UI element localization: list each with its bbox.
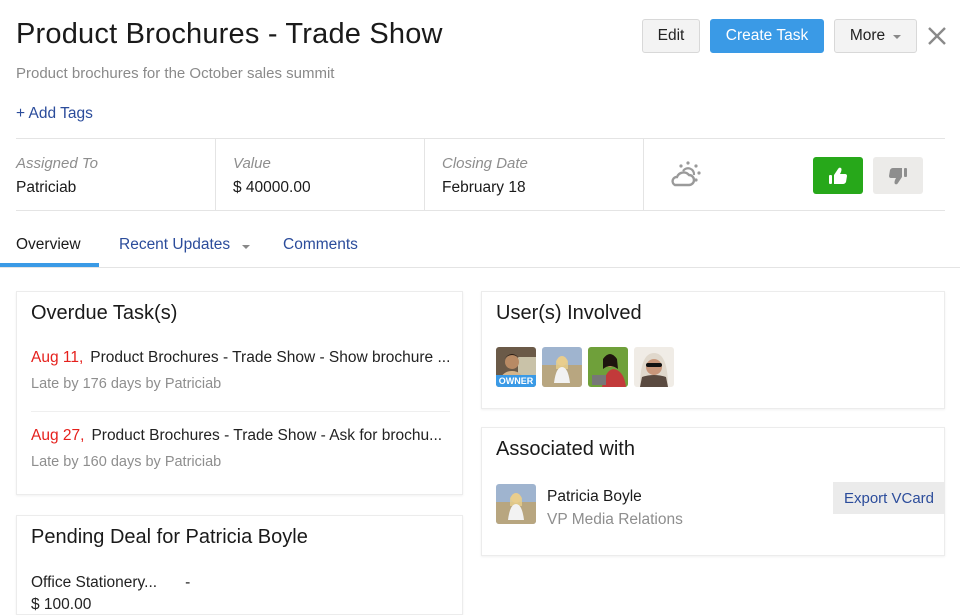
- task-due-date: Aug 27,: [31, 427, 85, 444]
- add-tags-link[interactable]: + Add Tags: [16, 105, 93, 123]
- info-bar: Assigned To Patriciab Value $ 40000.00 C…: [16, 138, 945, 211]
- tab-comments[interactable]: Comments: [283, 236, 358, 254]
- deal-item[interactable]: Office Stationery... -: [31, 574, 190, 592]
- tab-bar: Overview Recent Updates Comments: [0, 224, 960, 268]
- task-name[interactable]: Product Brochures - Trade Show - Show br…: [90, 349, 450, 366]
- thumbs-down-button[interactable]: [873, 157, 923, 194]
- close-icon[interactable]: [924, 22, 950, 50]
- closing-date-value: February 18: [442, 179, 526, 196]
- chevron-down-icon: [893, 35, 902, 39]
- avatar[interactable]: OWNER: [496, 347, 536, 387]
- chevron-down-icon: [242, 245, 251, 249]
- task-name[interactable]: Product Brochures - Trade Show - Ask for…: [91, 427, 442, 444]
- tab-recent-updates[interactable]: Recent Updates: [119, 236, 251, 254]
- assigned-to-field: Assigned To Patriciab: [16, 139, 216, 211]
- associated-with-title: Associated with: [496, 438, 635, 460]
- assigned-to-label: Assigned To: [16, 155, 99, 172]
- active-tab-indicator: [0, 263, 99, 267]
- avatar[interactable]: [588, 347, 628, 387]
- task-item[interactable]: Aug 11, Product Brochures - Trade Show - …: [31, 349, 451, 392]
- deal-name[interactable]: Office Stationery...: [31, 574, 157, 591]
- task-due-date: Aug 11,: [31, 349, 84, 366]
- value-amount: $ 40000.00: [233, 179, 311, 196]
- closing-date-field: Closing Date February 18: [425, 139, 644, 211]
- edit-button[interactable]: Edit: [642, 19, 700, 53]
- more-button[interactable]: More: [834, 19, 917, 53]
- closing-date-label: Closing Date: [442, 155, 528, 172]
- avatar[interactable]: [542, 347, 582, 387]
- task-meta: Late by 176 days by Patriciab: [31, 376, 222, 392]
- value-label: Value: [233, 155, 271, 172]
- overdue-tasks-card: Overdue Task(s) Aug 11, Product Brochures…: [16, 291, 463, 495]
- contact-avatar[interactable]: [496, 484, 536, 524]
- thumbs-up-icon: [829, 167, 847, 184]
- divider: [31, 411, 450, 412]
- associated-with-card: Associated with Patricia Boyle VP Media …: [481, 427, 945, 556]
- thumbs-up-button[interactable]: [813, 157, 863, 194]
- pending-deal-title: Pending Deal for Patricia Boyle: [31, 526, 308, 548]
- page-title: Product Brochures - Trade Show: [16, 18, 443, 50]
- task-meta: Late by 160 days by Patriciab: [31, 454, 222, 470]
- avatar-list: OWNER: [496, 347, 674, 387]
- thumbs-down-icon: [889, 167, 907, 184]
- page-subtitle: Product brochures for the October sales …: [16, 65, 335, 82]
- users-involved-card: User(s) Involved OWNER: [481, 291, 945, 409]
- owner-badge: OWNER: [496, 375, 536, 387]
- partly-cloudy-icon: [668, 157, 704, 191]
- contact-name[interactable]: Patricia Boyle: [547, 488, 642, 506]
- deal-separator: -: [185, 574, 191, 591]
- deal-amount: $ 100.00: [31, 596, 92, 613]
- tab-recent-updates-label: Recent Updates: [119, 236, 231, 253]
- contact-role: VP Media Relations: [547, 511, 683, 528]
- overdue-tasks-title: Overdue Task(s): [31, 302, 178, 324]
- record-header: Product Brochures - Trade Show Product b…: [0, 0, 960, 140]
- task-item[interactable]: Aug 27, Product Brochures - Trade Show - …: [31, 427, 451, 470]
- export-vcard-button[interactable]: Export VCard: [833, 482, 945, 514]
- more-button-label: More: [849, 27, 886, 44]
- avatar[interactable]: [634, 347, 674, 387]
- create-task-button[interactable]: Create Task: [710, 19, 824, 53]
- pending-deal-card: Pending Deal for Patricia Boyle Office S…: [16, 515, 463, 615]
- tab-overview[interactable]: Overview: [16, 236, 81, 254]
- assigned-to-value: Patriciab: [16, 179, 77, 196]
- users-involved-title: User(s) Involved: [496, 302, 642, 324]
- value-field: Value $ 40000.00: [216, 139, 425, 211]
